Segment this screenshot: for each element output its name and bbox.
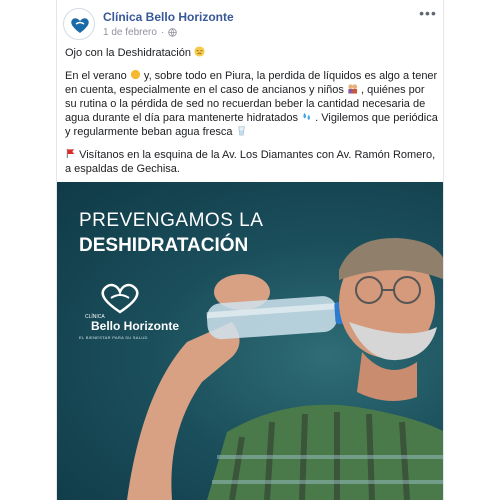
post-date[interactable]: 1 de febrero [103, 27, 157, 38]
avatar[interactable] [63, 8, 95, 40]
para-a: En el verano [65, 70, 127, 82]
post-paragraph: En el verano y, sobre todo en Piura, la … [65, 69, 439, 139]
post-text: Ojo con la Deshidratación En el verano y… [65, 46, 439, 185]
man-drinking-water-illustration [127, 237, 443, 500]
page-name-link[interactable]: Clínica Bello Horizonte [103, 10, 234, 24]
globe-icon[interactable] [168, 28, 178, 37]
heart-logo-icon [71, 18, 89, 33]
post-line-1-text: Ojo con la Deshidratación [65, 47, 191, 59]
sun-emoji [130, 69, 140, 80]
droplets-emoji [303, 112, 310, 121]
more-options-button[interactable]: ••• [417, 6, 439, 24]
post-visit: Visítanos en la esquina de la Av. Los Di… [65, 148, 439, 176]
visit-text: Visítanos en la esquina de la Av. Los Di… [65, 149, 436, 175]
red-flag-emoji [66, 148, 75, 159]
facebook-post: Clínica Bello Horizonte 1 de febrero · •… [56, 0, 444, 500]
post-header: Clínica Bello Horizonte 1 de febrero · •… [63, 6, 439, 40]
tired-face-emoji [194, 46, 205, 57]
glass-emoji [238, 126, 245, 136]
post-image[interactable]: PREVENGAMOS LA DESHIDRATACIÓN CLÍNICA Be… [57, 182, 443, 500]
post-line-1: Ojo con la Deshidratación [65, 46, 439, 60]
post-meta: 1 de febrero · [103, 27, 178, 38]
old-couple-emoji [348, 84, 358, 94]
meta-separator: · [160, 27, 165, 38]
